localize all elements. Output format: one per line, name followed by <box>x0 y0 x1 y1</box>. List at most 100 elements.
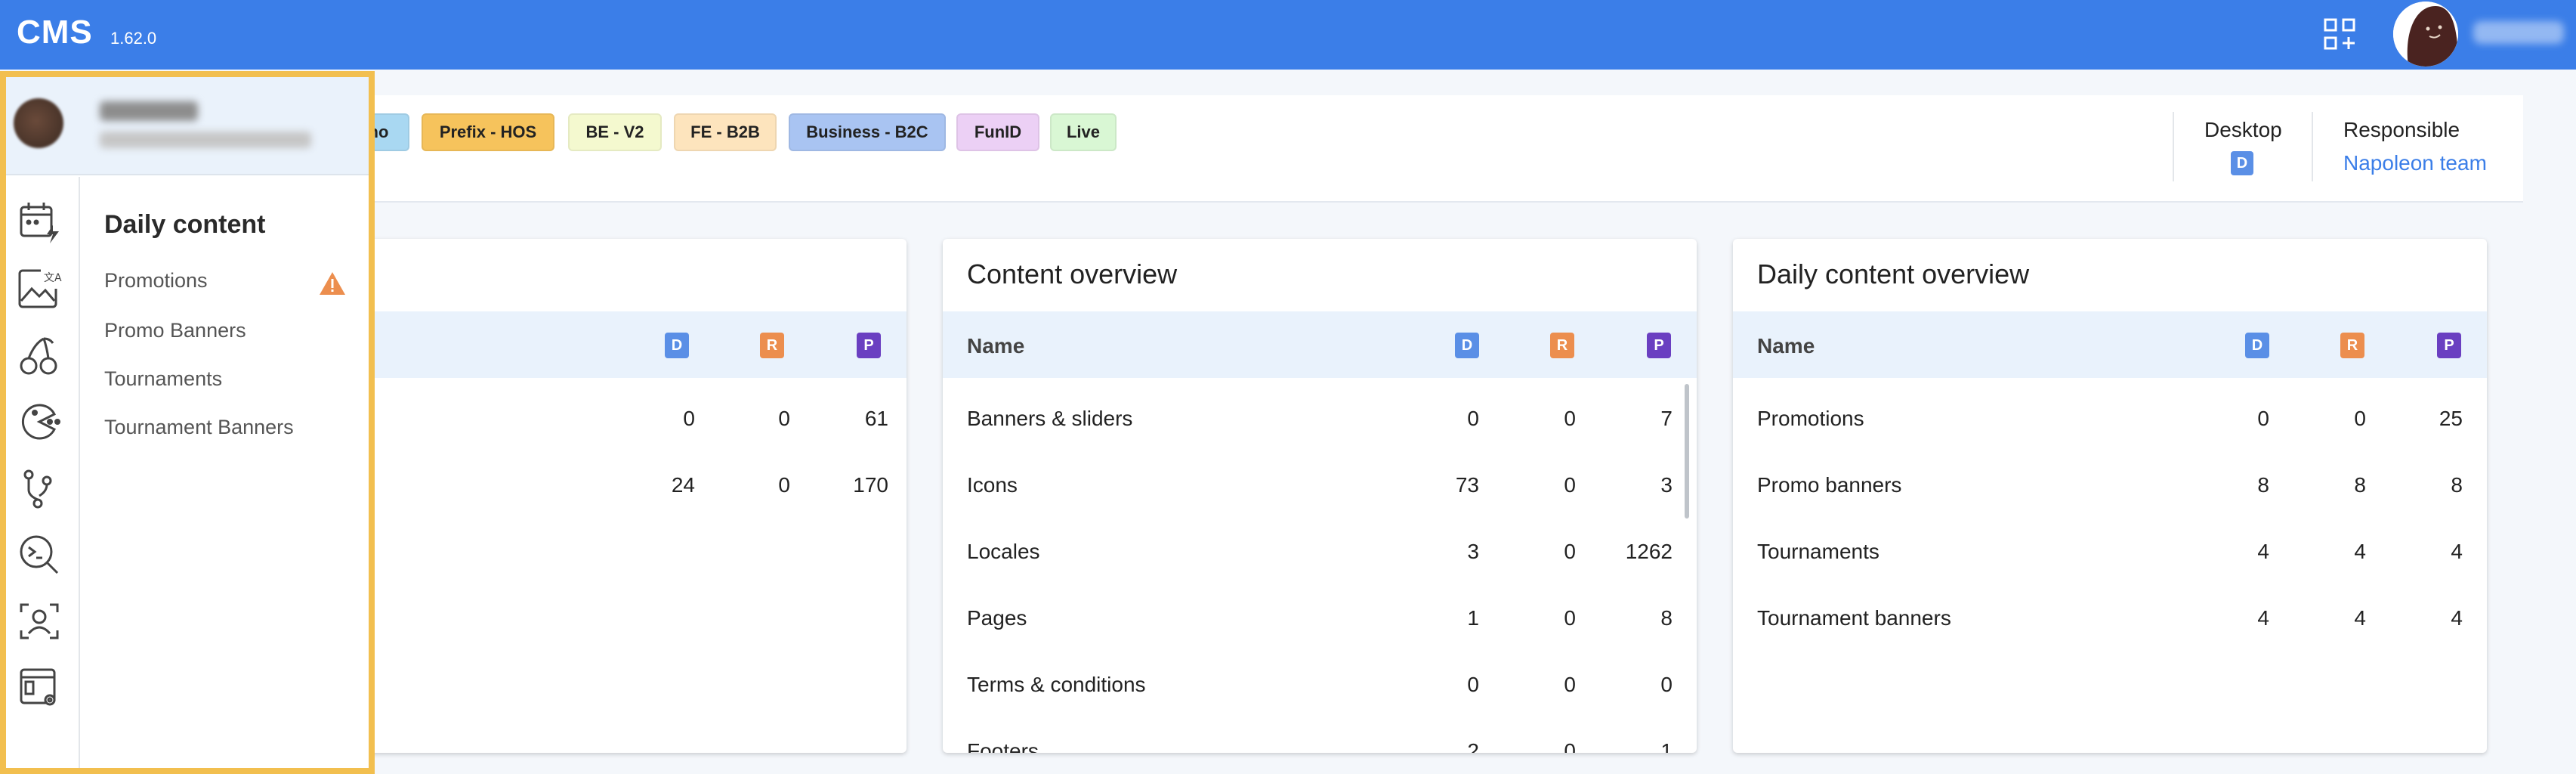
table-row[interactable]: Banners & sliders 0 0 7 <box>943 384 1697 450</box>
table-header: Name D R P <box>943 311 1697 378</box>
branch-icon[interactable] <box>17 466 62 511</box>
image-translate-icon[interactable]: 文A <box>17 266 62 311</box>
chip-business-b2c[interactable]: Business - B2C <box>789 113 946 151</box>
count-r: 0 <box>1564 739 1576 753</box>
count-r: 4 <box>2354 606 2366 630</box>
count-r: 0 <box>1564 673 1576 696</box>
platform-badge: D <box>2231 151 2253 175</box>
count-d: 0 <box>683 407 695 430</box>
platform-label: Desktop <box>2204 118 2282 141</box>
count-p: 4 <box>2451 606 2463 630</box>
table-row[interactable]: Footers 2 0 1 <box>943 717 1697 753</box>
count-p: 1262 <box>1625 540 1673 563</box>
layout-settings-icon[interactable] <box>17 665 62 711</box>
daily-content-overview-card: Daily content overview Name D R P Promot… <box>1733 239 2487 753</box>
count-p: 4 <box>2451 540 2463 563</box>
face-scan-icon[interactable] <box>17 599 62 644</box>
app-title[interactable]: CMS <box>17 14 93 51</box>
table-row[interactable]: Pages 1 0 8 <box>943 584 1697 650</box>
responsible-label: Responsible <box>2343 118 2460 141</box>
divider <box>2312 112 2313 181</box>
count-r: 0 <box>778 407 790 430</box>
row-name: Footers <box>967 739 1039 753</box>
count-r: 0 <box>1564 540 1576 563</box>
chip-be-v2[interactable]: BE - V2 <box>568 113 662 151</box>
count-d: 1 <box>1467 606 1479 630</box>
count-d: 0 <box>1467 407 1479 430</box>
count-r: 0 <box>778 473 790 497</box>
row-name: Promo banners <box>1757 473 1902 497</box>
user-details-blurred <box>100 132 311 148</box>
user-avatar[interactable] <box>2393 2 2458 67</box>
row-name: Icons <box>967 473 1018 497</box>
count-p: 25 <box>2439 407 2463 430</box>
count-p: 7 <box>1660 407 1673 430</box>
count-p: 1 <box>1660 739 1673 753</box>
row-name: Pages <box>967 606 1027 630</box>
svg-text:文A: 文A <box>44 272 62 284</box>
row-name: Terms & conditions <box>967 673 1146 696</box>
user-name-blurred[interactable] <box>2473 21 2564 44</box>
sidebar-item-tournament-banners[interactable]: Tournament Banners <box>104 416 294 439</box>
count-r: 0 <box>1564 606 1576 630</box>
sidebar-user-profile[interactable] <box>6 77 369 175</box>
col-badge-p: P <box>857 333 881 358</box>
scrollbar-thumb[interactable] <box>1685 384 1689 519</box>
col-badge-r: R <box>1550 333 1574 358</box>
sidebar-item-promo-banners[interactable]: Promo Banners <box>104 319 246 342</box>
count-d: 4 <box>2257 540 2269 563</box>
app-version: 1.62.0 <box>110 29 157 48</box>
responsible-link[interactable]: Napoleon team <box>2343 151 2487 175</box>
content-overview-card: Content overview Name D R P Banners & sl… <box>943 239 1697 753</box>
count-p: 61 <box>864 407 888 430</box>
name-column-header[interactable]: Name <box>967 334 1024 358</box>
table-row[interactable]: Tournaments 4 4 4 <box>1733 517 2487 584</box>
cherries-icon[interactable] <box>17 333 62 378</box>
row-name: Promotions <box>1757 407 1864 430</box>
table-row[interactable]: Promotions 0 0 25 <box>1733 384 2487 450</box>
card-title: Content overview <box>967 259 1178 289</box>
chip-fe-b2b[interactable]: FE - B2B <box>674 113 777 151</box>
col-badge-d: D <box>2245 333 2269 358</box>
navigation-drawer: 文A Daily content Promotions Promo Banner… <box>0 71 375 774</box>
count-p: 0 <box>1660 673 1673 696</box>
table-header: Name D R P <box>1733 311 2487 378</box>
count-r: 0 <box>1564 407 1576 430</box>
chip-prefix-hos[interactable]: Prefix - HOS <box>422 113 554 151</box>
calendar-flash-icon[interactable] <box>17 200 62 245</box>
col-badge-p: P <box>1647 333 1671 358</box>
count-p: 8 <box>2451 473 2463 497</box>
count-d: 0 <box>1467 673 1479 696</box>
chip-live[interactable]: Live <box>1050 113 1117 151</box>
top-bar: CMS 1.62.0 <box>0 0 2576 70</box>
table-row[interactable]: Icons 73 0 3 <box>943 450 1697 517</box>
col-badge-d: D <box>1455 333 1479 358</box>
table-row[interactable]: Promo banners 8 8 8 <box>1733 450 2487 517</box>
row-name: Locales <box>967 540 1040 563</box>
count-d: 4 <box>2257 606 2269 630</box>
count-d: 8 <box>2257 473 2269 497</box>
sidebar-item-tournaments[interactable]: Tournaments <box>104 367 222 391</box>
count-d: 24 <box>671 473 695 497</box>
divider <box>2173 112 2174 181</box>
user-name-blurred <box>100 101 198 121</box>
apps-add-icon[interactable] <box>2321 15 2360 54</box>
count-r: 0 <box>1564 473 1576 497</box>
sidebar-section-title: Daily content <box>104 210 266 239</box>
warning-icon <box>320 272 345 295</box>
table-row[interactable]: Terms & conditions 0 0 0 <box>943 650 1697 717</box>
avatar[interactable] <box>14 98 63 148</box>
table-row[interactable]: Tournament banners 4 4 4 <box>1733 584 2487 650</box>
console-search-icon[interactable] <box>17 532 62 577</box>
pacman-icon[interactable] <box>17 399 62 444</box>
col-badge-p: P <box>2437 333 2461 358</box>
row-name: Tournament banners <box>1757 606 1951 630</box>
count-r: 4 <box>2354 540 2366 563</box>
card-title: Daily content overview <box>1757 259 2030 289</box>
name-column-header[interactable]: Name <box>1757 334 1815 358</box>
table-row[interactable]: Locales 3 0 1262 <box>943 517 1697 584</box>
chip-funid[interactable]: FunID <box>956 113 1039 151</box>
sidebar-item-promotions[interactable]: Promotions <box>104 269 208 293</box>
col-badge-d: D <box>665 333 689 358</box>
count-d: 3 <box>1467 540 1479 563</box>
